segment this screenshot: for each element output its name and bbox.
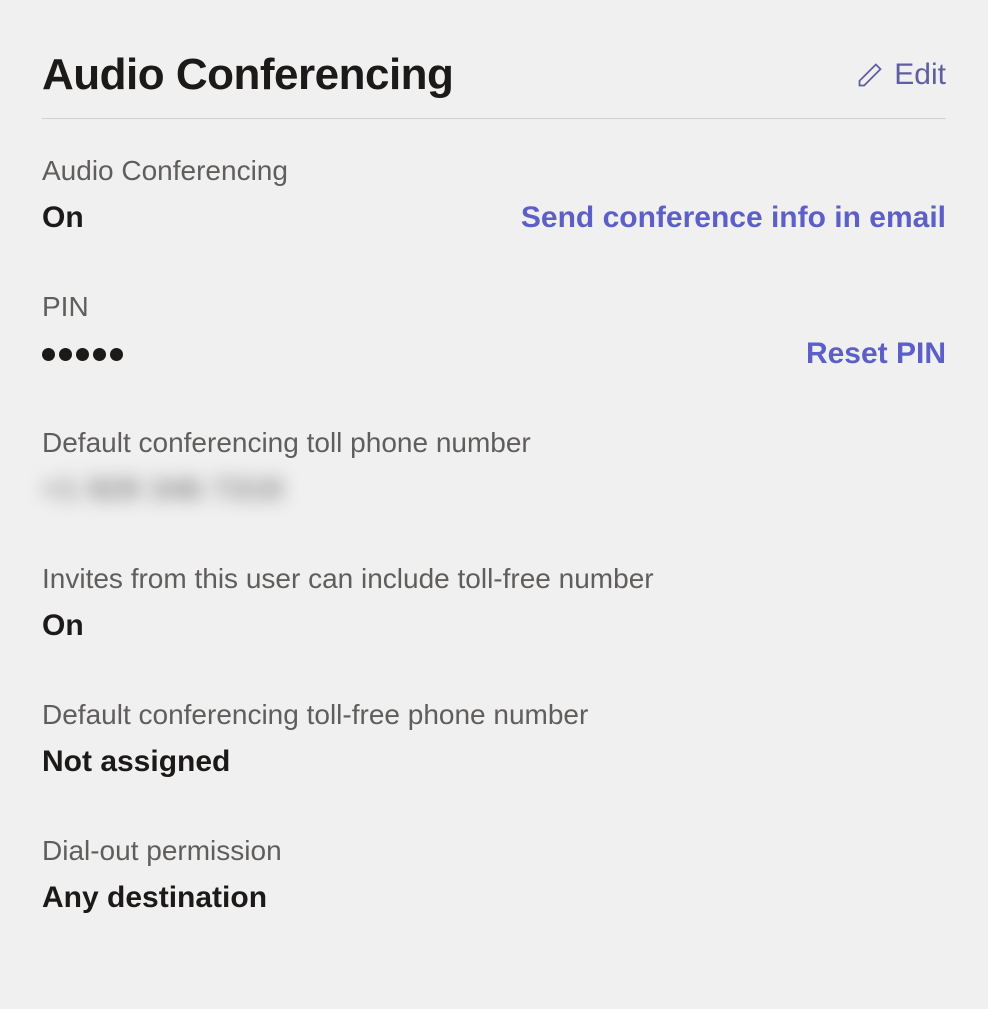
send-conference-info-link[interactable]: Send conference info in email <box>521 201 946 235</box>
pin-dot <box>59 348 72 361</box>
toll-number-value: +1 929 346 7319 <box>42 473 946 507</box>
pin-dot <box>42 348 55 361</box>
edit-button[interactable]: Edit <box>856 58 946 92</box>
audio-conferencing-label: Audio Conferencing <box>42 155 946 187</box>
dial-out-value: Any destination <box>42 881 946 915</box>
toll-free-number-label: Default conferencing toll-free phone num… <box>42 699 946 731</box>
header-row: Audio Conferencing Edit <box>42 50 946 119</box>
audio-conferencing-field: Audio Conferencing On Send conference in… <box>42 155 946 235</box>
pencil-icon <box>856 61 884 89</box>
toll-number-label: Default conferencing toll phone number <box>42 427 946 459</box>
reset-pin-link[interactable]: Reset PIN <box>806 337 946 371</box>
toll-free-include-field: Invites from this user can include toll-… <box>42 563 946 643</box>
toll-free-include-label: Invites from this user can include toll-… <box>42 563 946 595</box>
pin-value <box>42 348 123 361</box>
pin-field: PIN Reset PIN <box>42 291 946 371</box>
toll-free-number-field: Default conferencing toll-free phone num… <box>42 699 946 779</box>
audio-conferencing-value: On <box>42 201 84 235</box>
edit-label: Edit <box>894 58 946 92</box>
pin-row: Reset PIN <box>42 337 946 371</box>
dial-out-label: Dial-out permission <box>42 835 946 867</box>
pin-dot <box>93 348 106 361</box>
pin-label: PIN <box>42 291 946 323</box>
dial-out-field: Dial-out permission Any destination <box>42 835 946 915</box>
toll-free-include-value: On <box>42 609 946 643</box>
toll-free-number-value: Not assigned <box>42 745 946 779</box>
audio-conferencing-row: On Send conference info in email <box>42 201 946 235</box>
page-title: Audio Conferencing <box>42 50 453 100</box>
pin-dot <box>76 348 89 361</box>
pin-dot <box>110 348 123 361</box>
toll-number-field: Default conferencing toll phone number +… <box>42 427 946 507</box>
